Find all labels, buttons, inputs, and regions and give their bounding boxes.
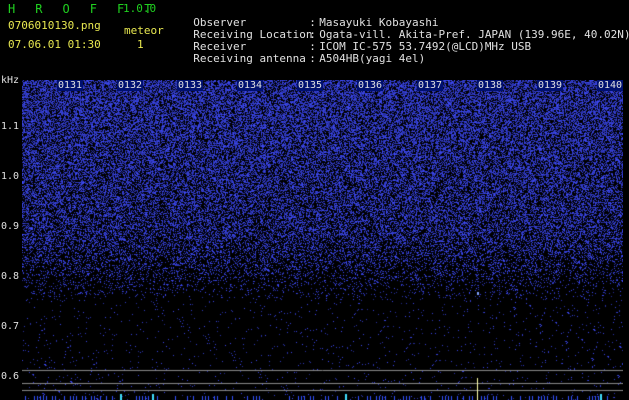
y-axis-unit: kHz — [1, 75, 20, 86]
filename: 0706010130.png — [8, 19, 101, 32]
info-colon: : — [309, 52, 316, 65]
app-version: 1.0.0 — [123, 2, 157, 15]
meteor-label: meteor — [124, 24, 164, 37]
info-row-antenna: Receiving antenna: A504HB(yagi 4el) — [180, 41, 425, 65]
y-tick-label: 0.8 — [1, 271, 20, 282]
info-key: Receiving antenna — [193, 52, 306, 65]
x-tick-label: 0138 — [477, 80, 504, 91]
y-tick-label: 1.1 — [1, 121, 20, 132]
x-tick-label: 0132 — [117, 80, 144, 91]
datetime: 07.06.01 01:30 — [8, 38, 101, 51]
spectrogram-canvas — [22, 80, 623, 400]
info-value: A504HB(yagi 4el) — [319, 52, 426, 65]
x-tick-label: 0136 — [357, 80, 384, 91]
x-tick-label: 0134 — [237, 80, 264, 91]
x-tick-label: 0140 — [597, 80, 624, 91]
y-tick-label: 1.0 — [1, 171, 20, 182]
meteor-count: 1 — [137, 38, 144, 51]
x-tick-label: 0135 — [297, 80, 324, 91]
x-tick-label: 0139 — [537, 80, 564, 91]
y-tick-label: 0.9 — [1, 221, 20, 232]
x-tick-label: 0133 — [177, 80, 204, 91]
x-tick-label: 0131 — [57, 80, 84, 91]
x-tick-label: 0137 — [417, 80, 444, 91]
y-tick-label: 0.7 — [1, 321, 20, 332]
y-tick-label: 0.6 — [1, 371, 20, 382]
